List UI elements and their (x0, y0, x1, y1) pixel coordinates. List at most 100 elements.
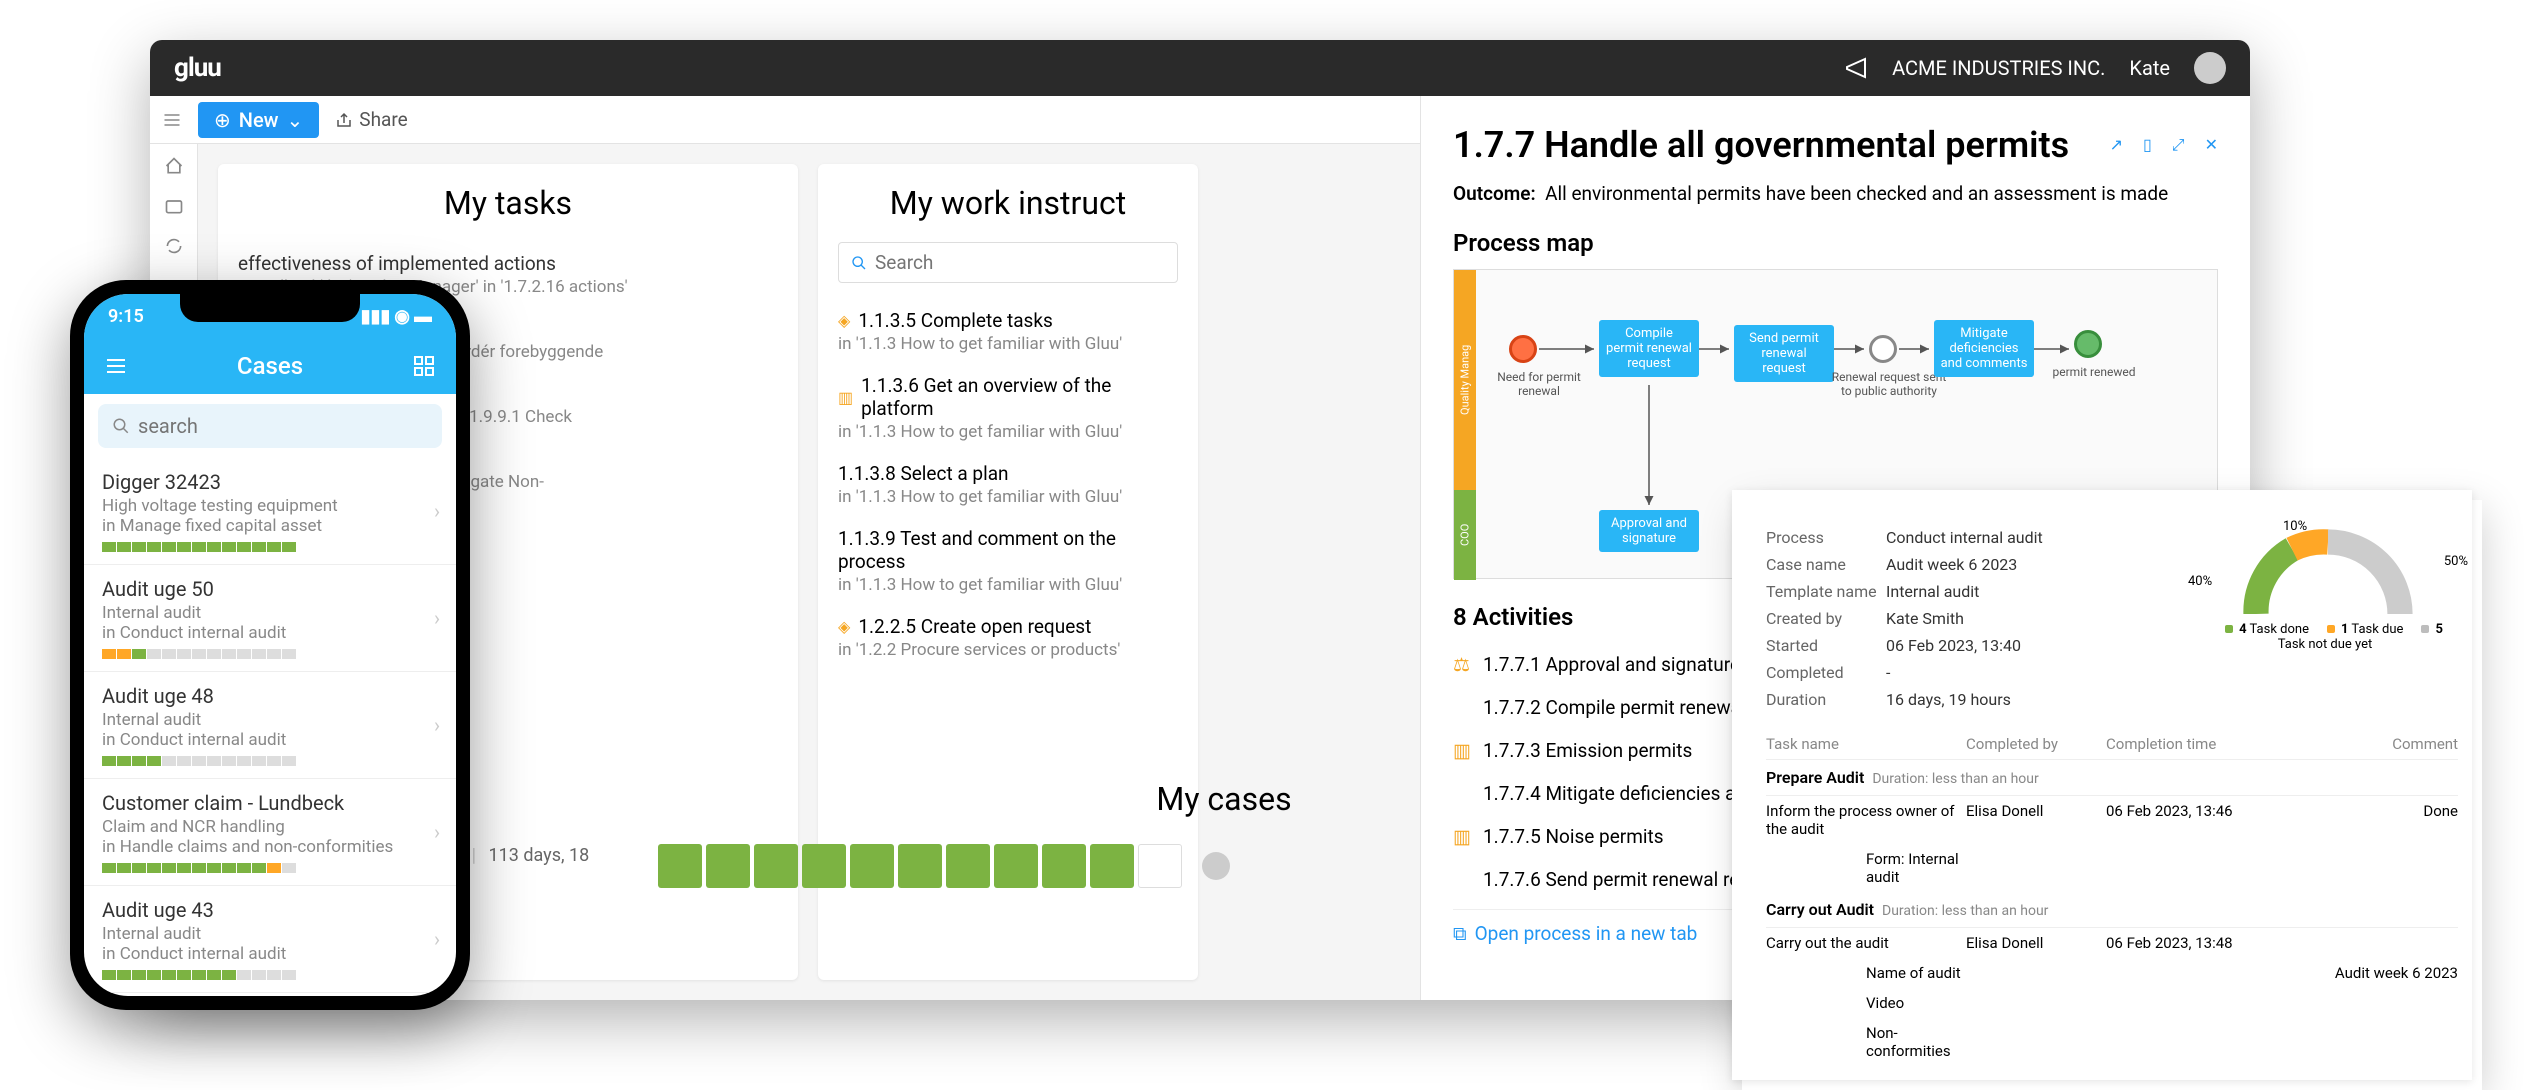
report-value: Internal audit (1886, 582, 1979, 601)
user-name[interactable]: Kate (2129, 56, 2170, 80)
report-table-header: Task name Completed by Completion time C… (1766, 729, 2458, 760)
mid-label: Renewal request sent to public authority (1829, 370, 1949, 398)
outcome-label: Outcome: (1453, 182, 1536, 205)
phone-list-item[interactable]: Audit uge 48Internal auditin Conduct int… (84, 672, 456, 779)
phone-grid-icon[interactable] (412, 354, 436, 378)
logo: gluu (174, 53, 221, 83)
progress-bar (267, 542, 281, 552)
instruction-item[interactable]: 1.1.3.9 Test and comment on the processi… (838, 517, 1178, 605)
battery-icon: ▬ (414, 306, 432, 327)
search-icon (851, 255, 867, 271)
phone-list-item[interactable]: Audit uge 43Internal auditin Conduct int… (84, 886, 456, 993)
report-label: Template name (1766, 582, 1886, 601)
instructions-title: My work instruct (838, 184, 1178, 222)
wifi-icon: ◉ (394, 306, 410, 327)
instruction-meta: in '1.1.3 How to get familiar with Gluu' (838, 575, 1178, 595)
home-icon[interactable] (164, 156, 184, 176)
phone-time: 9:15 (108, 306, 144, 327)
group-duration: Duration: less than an hour (1872, 771, 2038, 787)
progress-bar (282, 756, 296, 766)
chevron-right-icon: › (434, 606, 440, 630)
progress-bar (267, 863, 281, 873)
instruction-title: 1.1.3.5 Complete tasks (858, 309, 1052, 332)
report-meta-row: Completed- (1766, 659, 2198, 686)
phone-list-item[interactable]: Customer claim - LundbeckClaim and NCR h… (84, 779, 456, 886)
progress-bar (147, 970, 161, 980)
progress-bar (282, 863, 296, 873)
avatar[interactable] (2194, 52, 2226, 84)
share-button[interactable]: Share (335, 108, 407, 131)
chevron-right-icon: › (434, 499, 440, 523)
report-row: Video (1766, 988, 2458, 1018)
rt-c3 (2106, 1024, 2306, 1060)
new-button[interactable]: ⊕ New ⌄ (198, 102, 319, 138)
progress-bar (267, 756, 281, 766)
rt-c1: Non-conformities (1766, 1024, 1966, 1060)
outcome: Outcome: All environmental permits have … (1453, 182, 2218, 205)
announce-icon[interactable] (1844, 56, 1868, 80)
phone-bars (102, 756, 438, 766)
phone-menu-icon[interactable] (104, 354, 128, 378)
instruction-item[interactable]: ▥1.1.3.6 Get an overview of the platform… (838, 364, 1178, 452)
case-blocks (658, 844, 1182, 888)
plus-icon: ⊕ (214, 108, 231, 132)
progress-bar (252, 542, 266, 552)
node-mitigate[interactable]: Mitigate deficiencies and comments (1934, 320, 2034, 377)
instruction-item[interactable]: ◈1.1.3.5 Complete tasksin '1.1.3 How to … (838, 299, 1178, 364)
phone-search-icon (112, 417, 130, 435)
search-input[interactable] (875, 251, 1165, 274)
phone-item-title: Digger 32423 (102, 470, 438, 494)
expand-icon[interactable]: ⤢ (2172, 135, 2185, 155)
phone-bars (102, 863, 438, 873)
node-approval[interactable]: Approval and signature (1599, 510, 1699, 552)
report-group-header: Carry out AuditDuration: less than an ho… (1766, 892, 2458, 928)
book-icon: ▥ (1453, 739, 1473, 762)
rt-c2 (1966, 964, 2106, 982)
close-icon[interactable]: ✕ (2205, 135, 2218, 155)
refresh-icon[interactable] (164, 236, 184, 256)
rt-c2 (1966, 850, 2106, 886)
rt-c2: Elisa Donell (1966, 934, 2106, 952)
detail-title: 1.7.7 Handle all governmental permits (1453, 124, 2069, 166)
node-compile[interactable]: Compile permit renewal request (1599, 320, 1699, 377)
progress-bar (222, 649, 236, 659)
progress-bar (132, 649, 146, 659)
instruction-item[interactable]: ◈1.2.2.5 Create open requestin '1.2.2 Pr… (838, 605, 1178, 670)
search-box[interactable] (838, 242, 1178, 283)
case-avatar (1202, 852, 1230, 880)
progress-bar (117, 649, 131, 659)
progress-bar (132, 863, 146, 873)
legend-dot (2225, 625, 2233, 633)
diamond-icon: ◈ (838, 617, 850, 636)
phone-search[interactable] (98, 404, 442, 448)
external-icon: ⧉ (1453, 922, 1467, 945)
outcome-text: All environmental permits have been chec… (1545, 182, 2168, 205)
progress-bar (192, 542, 206, 552)
node-send[interactable]: Send permit renewal request (1734, 325, 1834, 382)
share-label: Share (359, 108, 407, 131)
progress-bar (132, 970, 146, 980)
legend-item: 1 Task due (2321, 622, 2403, 637)
phone-list-item[interactable]: Audit uge 50Internal auditin Conduct int… (84, 565, 456, 672)
instruction-meta: in '1.2.2 Procure services or products' (838, 640, 1178, 660)
progress-bar (252, 863, 266, 873)
phone-list-item[interactable]: Digger 32423High voltage testing equipme… (84, 458, 456, 565)
open-process-label: Open process in a new tab (1475, 922, 1698, 945)
report-row: Carry out the auditElisa Donell06 Feb 20… (1766, 928, 2458, 958)
lane-quality: Quality Manag (1454, 270, 1476, 490)
chevron-down-icon: ⌄ (287, 108, 304, 132)
rt-c4: Audit week 6 2023 (2306, 964, 2458, 982)
instruction-item[interactable]: 1.1.3.8 Select a planin '1.1.3 How to ge… (838, 452, 1178, 517)
menu-icon[interactable] (162, 110, 182, 130)
phone-search-input[interactable] (138, 414, 428, 438)
instruction-title: 1.1.3.6 Get an overview of the platform (861, 374, 1178, 420)
progress-bar (207, 970, 221, 980)
folder-icon[interactable] (164, 196, 184, 216)
instruction-meta: in '1.1.3 How to get familiar with Gluu' (838, 487, 1178, 507)
open-icon[interactable]: ↗ (2110, 135, 2123, 155)
report-row: Inform the process owner of the auditEli… (1766, 796, 2458, 844)
progress-bar (102, 756, 116, 766)
phone-item-title: Audit uge 50 (102, 577, 438, 601)
bookmark-icon[interactable]: ▯ (2143, 135, 2152, 155)
report-value: Kate Smith (1886, 609, 1964, 628)
